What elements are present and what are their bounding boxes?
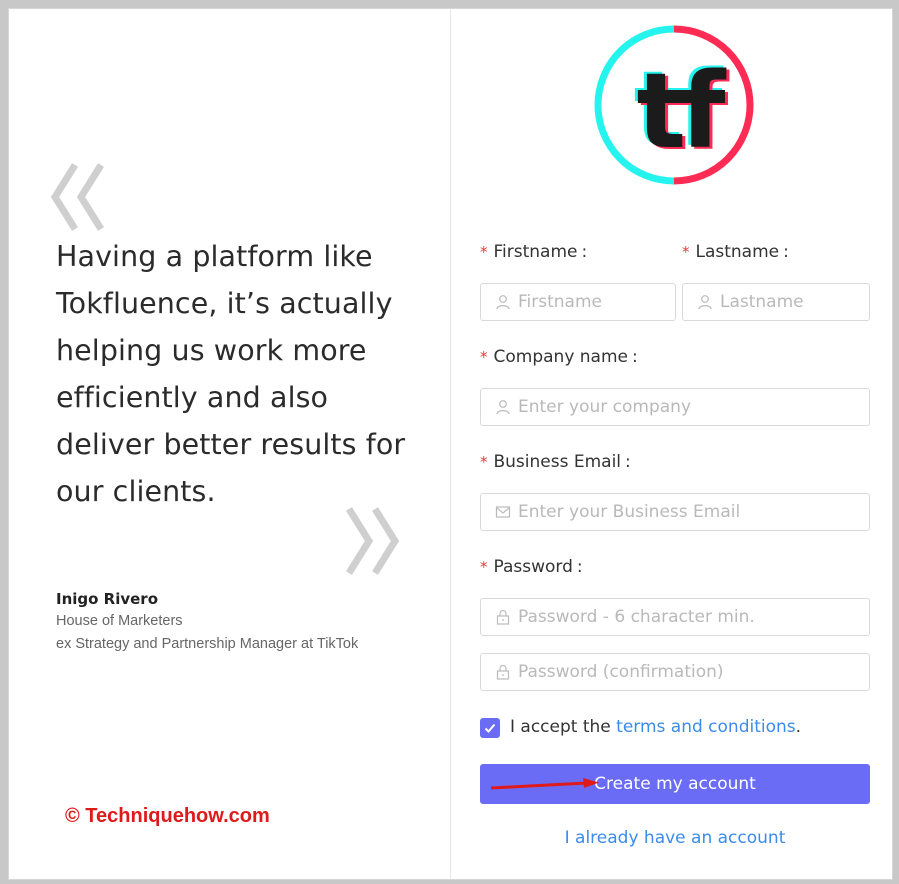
checkmark-icon [484,723,496,733]
author-name: Inigo Rivero [56,590,159,608]
tokfluence-logo: tf tf tf [594,25,754,185]
login-link[interactable]: I already have an account [480,828,870,848]
required-mark: * [480,348,488,366]
user-icon [496,295,510,310]
email-label: * Business Email: [480,452,631,472]
lastname-input[interactable] [720,292,869,312]
password-input[interactable] [518,607,869,627]
firstname-label: * Firstname: [480,242,588,262]
user-icon [496,400,510,415]
double-chevron-left-icon [50,163,104,231]
company-input[interactable] [518,397,869,417]
logo-text: tf [637,50,728,172]
firstname-field[interactable] [480,283,676,321]
required-mark: * [480,558,488,576]
terms-text: I accept the terms and conditions. [510,717,802,737]
required-mark: * [480,243,488,261]
panel-divider [450,9,451,879]
testimonial-quote: Having a platform like Tokfluence, it’s … [56,240,406,508]
company-label: * Company name: [480,347,638,367]
password-label: * Password: [480,557,583,577]
password-confirm-field[interactable] [480,653,870,691]
required-mark: * [480,453,488,471]
terms-link[interactable]: terms and conditions [616,717,795,737]
watermark-text: © Techniquehow.com [65,805,270,827]
lock-icon [496,609,510,625]
company-field[interactable] [480,388,870,426]
author-role: ex Strategy and Partnership Manager at T… [56,636,359,652]
annotation-arrow-icon [490,778,599,790]
mail-icon [495,506,511,518]
author-organization: House of Marketers [56,613,183,629]
lastname-field[interactable] [682,283,870,321]
firstname-input[interactable] [518,292,675,312]
lastname-label: * Lastname: [682,242,789,262]
required-mark: * [682,243,690,261]
terms-checkbox[interactable] [480,718,500,738]
lock-icon [496,664,510,680]
user-icon [698,295,712,310]
signup-frame: Having a platform like Tokfluence, it’s … [8,8,893,880]
password-field[interactable] [480,598,870,636]
double-chevron-right-icon [346,507,400,575]
password-confirm-input[interactable] [518,662,869,682]
email-input[interactable] [518,502,869,522]
email-field[interactable] [480,493,870,531]
